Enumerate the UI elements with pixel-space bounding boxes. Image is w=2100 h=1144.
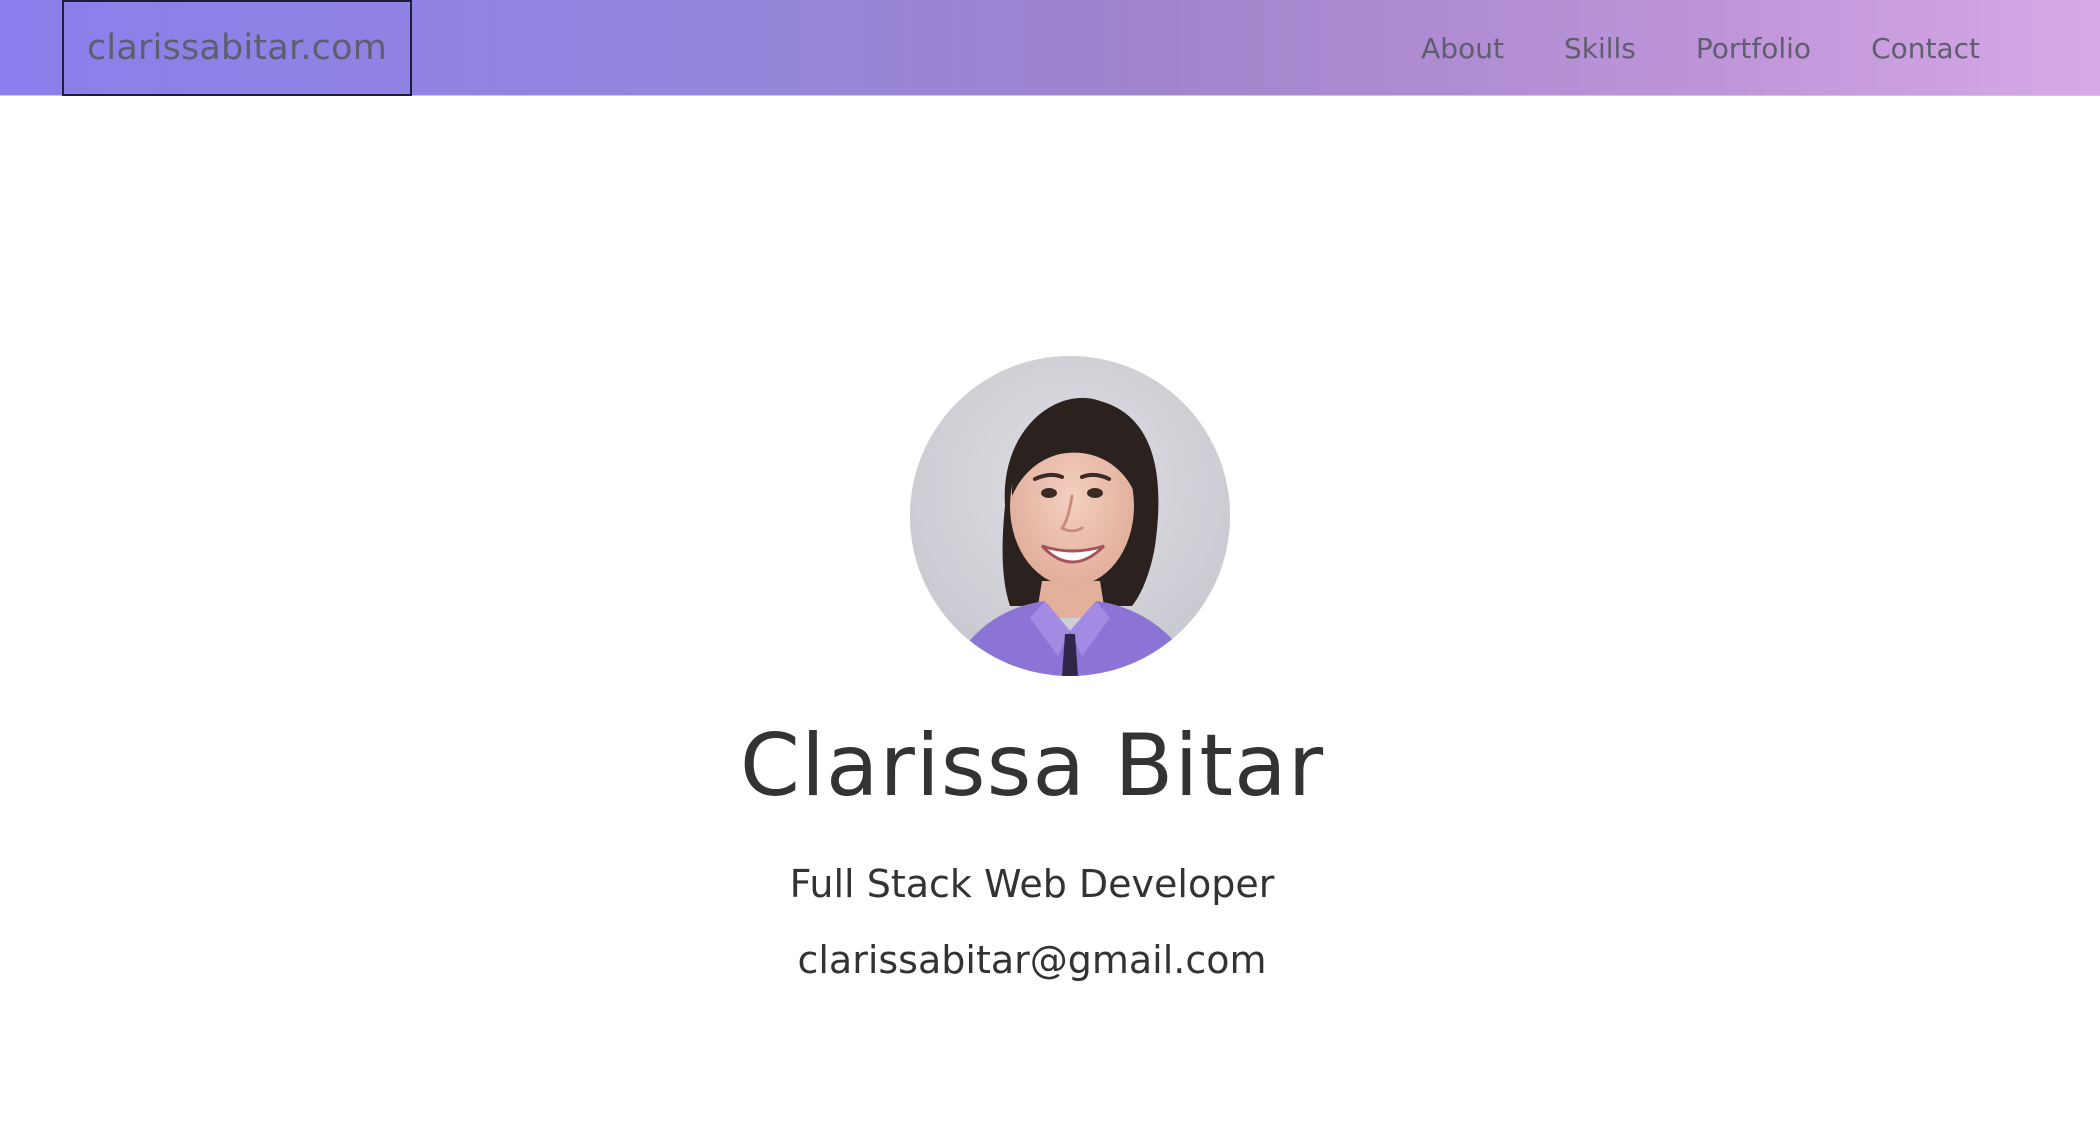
hero-section: Clarissa Bitar Full Stack Web Developer … — [0, 96, 2100, 1144]
nav-link-about[interactable]: About — [1421, 32, 1504, 65]
hero-role: Full Stack Web Developer — [789, 862, 1275, 906]
nav-link-portfolio[interactable]: Portfolio — [1696, 32, 1811, 65]
hero-email[interactable]: clarissabitar@gmail.com — [0, 938, 2064, 982]
brand-link[interactable]: clarissabitar.com — [62, 0, 412, 96]
nav-link-skills[interactable]: Skills — [1564, 32, 1636, 65]
hero-name: Clarissa Bitar — [739, 716, 1325, 816]
avatar — [910, 356, 1230, 676]
nav-menu: About Skills Portfolio Contact — [1421, 0, 1980, 96]
nav-link-contact[interactable]: Contact — [1871, 32, 1980, 65]
top-navbar: clarissabitar.com About Skills Portfolio… — [0, 0, 2100, 96]
profile-photo-icon — [910, 356, 1230, 676]
